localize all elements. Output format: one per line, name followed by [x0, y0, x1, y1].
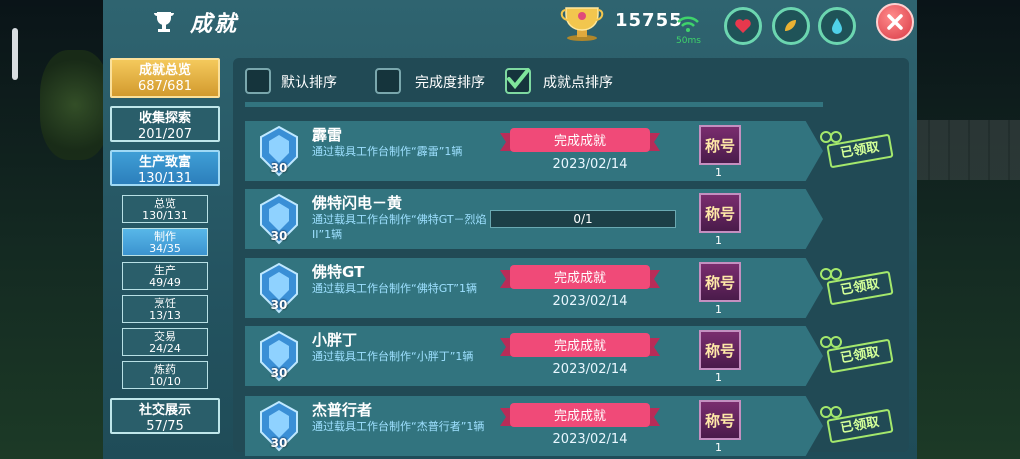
close-icon: [887, 14, 903, 30]
sidebar-item-count: 130/131: [137, 171, 192, 186]
achievement-name: 佛特闪电－黄: [312, 194, 403, 212]
sidebar-item-label: 收集探索: [138, 111, 191, 126]
checkmark-icon: [507, 68, 530, 90]
sidebar-item-label: 成就总览: [138, 63, 191, 78]
achievement-name: 霹雷: [312, 126, 343, 144]
achievement-name: 小胖丁: [312, 331, 358, 349]
completed-status-text: 完成成就: [554, 134, 606, 149]
sort-completion-checkbox[interactable]: [375, 68, 401, 94]
completion-date: 2023/02/14: [552, 157, 628, 172]
title-reward-icon[interactable]: 称号: [699, 330, 741, 370]
ping-label: 50ms: [676, 36, 701, 46]
sidebar-item-overview[interactable]: 成就总览 687/681: [110, 58, 220, 98]
achievement-description: 通过载具工作台制作“佛特GT－烈焰II”1辆: [312, 213, 487, 241]
sidebar-item-collection[interactable]: 收集探索 201/207: [110, 106, 220, 142]
achievement-row[interactable]: 30 小胖丁 通过载具工作台制作“小胖丁”1辆 完成成就 2023/02/14 称号…: [245, 326, 823, 386]
sort-bar: 默认排序 完成度排序 成就点排序: [233, 58, 909, 100]
completed-status-text: 完成成就: [554, 409, 606, 424]
sort-completion-label: 完成度排序: [415, 75, 485, 91]
completed-status-text: 完成成就: [554, 271, 606, 286]
close-button[interactable]: [876, 3, 914, 41]
completed-ribbon: 完成成就: [500, 128, 660, 152]
title-reward-count: 1: [715, 166, 722, 179]
trophy-icon: [154, 12, 174, 32]
achievement-row[interactable]: 30 霹雷 通过载具工作台制作“霹雷”1辆 完成成就 2023/02/14 称号 1: [245, 121, 823, 181]
title-reward-count: 1: [715, 303, 722, 316]
achievement-name: 杰普行者: [312, 401, 373, 419]
subcategory-count: 130/131: [142, 209, 188, 222]
title-reward-icon[interactable]: 称号: [699, 400, 741, 440]
achievement-points-trophy-icon: [560, 7, 604, 41]
claimed-stamp: 已领取: [820, 406, 896, 448]
subcategory-crafting[interactable]: 制作 34/35: [122, 228, 208, 256]
food-icon: [785, 20, 796, 31]
subcategory-count: 13/13: [149, 309, 181, 322]
title-reward-icon[interactable]: 称号: [699, 193, 741, 233]
completed-status-text: 完成成就: [554, 339, 606, 354]
sidebar-item-label: 生产致富: [138, 155, 191, 170]
completion-date: 2023/02/14: [552, 294, 628, 309]
sort-default-label: 默认排序: [281, 75, 337, 91]
sidebar-item-count: 201/207: [137, 127, 192, 142]
water-drop-icon: [832, 18, 842, 34]
claimed-stamp: 已领取: [820, 336, 896, 378]
sidebar-item-production[interactable]: 生产致富 130/131: [110, 150, 220, 186]
signal-icon: [677, 16, 699, 32]
achievement-points: 30: [270, 298, 288, 312]
achievement-row[interactable]: 30 佛特闪电－黄 通过载具工作台制作“佛特GT－烈焰II”1辆 0/1 称号 1: [245, 189, 823, 249]
health-meter[interactable]: [724, 7, 762, 45]
title-reward-icon[interactable]: 称号: [699, 262, 741, 302]
subcategory-alchemy[interactable]: 炼药 10/10: [122, 361, 208, 389]
sort-points-label: 成就点排序: [543, 75, 613, 91]
water-meter[interactable]: [818, 7, 856, 45]
subcategory-production[interactable]: 生产 49/49: [122, 262, 208, 290]
subcategory-count: 34/35: [149, 242, 181, 255]
list-scroll-edge: [245, 102, 823, 107]
completed-ribbon: 完成成就: [500, 333, 660, 357]
achievement-progress-bar: 0/1: [490, 210, 676, 228]
sort-points-checkbox[interactable]: [505, 68, 531, 94]
subcategory-count: 10/10: [149, 375, 181, 388]
tree-scenery: [40, 50, 110, 160]
subcategory-overview[interactable]: 总览 130/131: [122, 195, 208, 223]
achievement-score: 15755: [615, 10, 683, 31]
completed-ribbon: 完成成就: [500, 403, 660, 427]
achievement-points: 30: [270, 366, 288, 380]
achievement-description: 通过载具工作台制作“小胖丁”1辆: [312, 350, 474, 363]
subcategory-cooking[interactable]: 烹饪 13/13: [122, 295, 208, 323]
heart-icon: [735, 19, 751, 33]
achievement-description: 通过载具工作台制作“杰普行者”1辆: [312, 420, 485, 433]
scroll-handle[interactable]: [12, 28, 18, 80]
achievement-points: 30: [270, 436, 288, 450]
subcategory-count: 49/49: [149, 276, 181, 289]
completed-ribbon: 完成成就: [500, 265, 660, 289]
wall-scenery: [910, 120, 1020, 180]
sidebar-item-label: 社交展示: [138, 403, 191, 418]
stamina-meter[interactable]: [772, 7, 810, 45]
achievement-points: 30: [270, 161, 288, 175]
claimed-stamp: 已领取: [820, 268, 896, 310]
title-reward-icon[interactable]: 称号: [699, 125, 741, 165]
sidebar-item-social[interactable]: 社交展示 57/75: [110, 398, 220, 434]
completion-date: 2023/02/14: [552, 362, 628, 377]
subcategory-trade[interactable]: 交易 24/24: [122, 328, 208, 356]
achievement-description: 通过载具工作台制作“佛特GT”1辆: [312, 282, 478, 295]
sort-default-checkbox[interactable]: [245, 68, 271, 94]
title-reward-count: 1: [715, 234, 722, 247]
achievement-points: 30: [270, 229, 288, 243]
title-reward-count: 1: [715, 371, 722, 384]
achievement-list-panel: 默认排序 完成度排序 成就点排序: [233, 58, 909, 452]
achievement-name: 佛特GT: [312, 263, 365, 281]
achievement-row[interactable]: 30 杰普行者 通过载具工作台制作“杰普行者”1辆 完成成就 2023/02/14…: [245, 396, 823, 456]
sidebar-item-count: 57/75: [146, 419, 184, 434]
page-title: 成就: [190, 12, 239, 37]
achievement-description: 通过载具工作台制作“霹雷”1辆: [312, 145, 463, 158]
claimed-stamp: 已领取: [820, 131, 896, 173]
achievement-row[interactable]: 30 佛特GT 通过载具工作台制作“佛特GT”1辆 完成成就 2023/02/14…: [245, 258, 823, 318]
completion-date: 2023/02/14: [552, 432, 628, 447]
title-reward-count: 1: [715, 441, 722, 454]
sidebar-item-count: 687/681: [137, 79, 192, 94]
subcategory-count: 24/24: [149, 342, 181, 355]
